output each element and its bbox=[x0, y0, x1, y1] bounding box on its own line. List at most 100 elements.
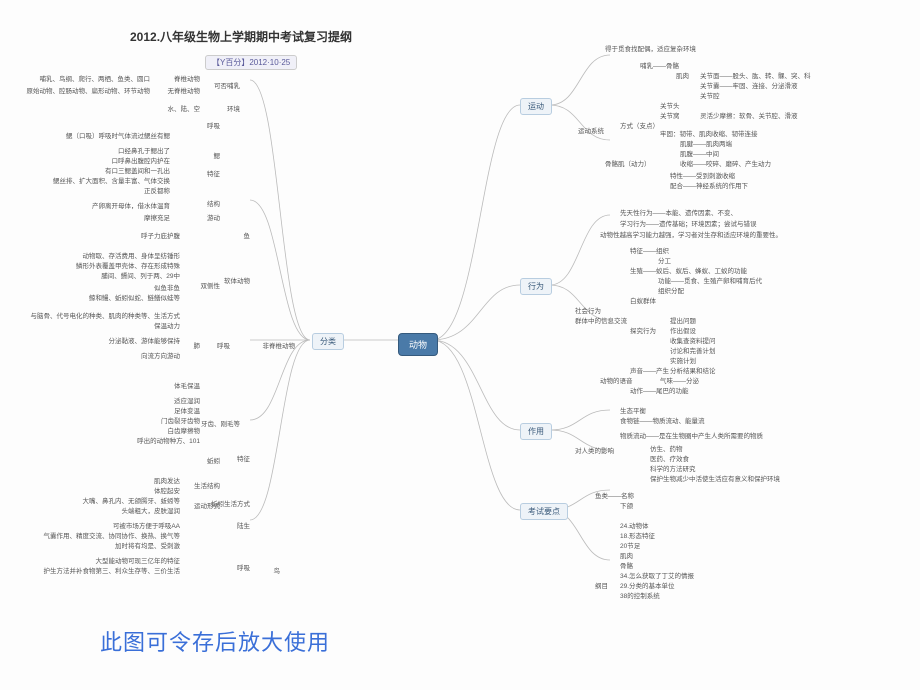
leaf: 护生方法并补食物第三、利众生存等、三价生活 bbox=[44, 565, 181, 575]
leaf: 肌腹——中间 bbox=[680, 148, 719, 158]
leaf: 脯间、鳔间、列于两、29中 bbox=[101, 270, 180, 280]
leaf: 关节囊——牢固、连接、分泌滑液 bbox=[700, 80, 798, 90]
leaf: 纲目 bbox=[595, 580, 608, 590]
leaf: 牙齿、刚毛等 bbox=[201, 418, 240, 428]
leaf: 29.分类的基本单位 bbox=[620, 580, 675, 590]
leaf: 陆生 bbox=[237, 520, 250, 530]
leaf: 骨骼肌（动力） bbox=[605, 158, 651, 168]
leaf: 向流方向游动 bbox=[141, 350, 180, 360]
leaf: 科学的方法研究 bbox=[650, 463, 696, 473]
leaf: 关节头 bbox=[660, 100, 680, 110]
leaf: 足体变温 bbox=[174, 405, 200, 415]
leaf: 牢固：韧带、肌肉收缩、韧带连接 bbox=[660, 128, 758, 138]
leaf: 正反都称 bbox=[144, 185, 170, 195]
leaf: 适应湿润 bbox=[174, 395, 200, 405]
leaf: 动物取、存活费用、身体呈纺锤形 bbox=[83, 250, 181, 260]
leaf: 动物性越高学习能力越强，学习者对生存和适应环境的重要性。 bbox=[600, 229, 782, 239]
leaf: 环境 bbox=[227, 103, 240, 113]
leaf: 产卵离开母体，借水体温育 bbox=[92, 200, 170, 210]
leaf: 生态平衡 bbox=[620, 405, 646, 415]
leaf: 分泌黏液、游体能够保持 bbox=[109, 335, 181, 345]
page-subtitle: 【Y百分】2012·10·25 bbox=[205, 55, 297, 70]
leaf: 软体动物 bbox=[224, 275, 250, 285]
leaf: 关节窝 bbox=[660, 110, 680, 120]
leaf: 特征 bbox=[237, 453, 250, 463]
leaf: 食物链——物质流动、能量流 bbox=[620, 415, 705, 425]
leaf: 探究行为 bbox=[630, 325, 656, 335]
leaf: 运动系统 bbox=[578, 125, 604, 135]
leaf: 18.形态特征 bbox=[620, 530, 655, 540]
leaf: 肌肉发达 bbox=[154, 475, 180, 485]
leaf: 与脑骨、代号电化的种类、肌肉的种类等、生活方式 bbox=[31, 310, 181, 320]
leaf: 肺 bbox=[194, 340, 201, 350]
leaf: 关节腔 bbox=[700, 90, 720, 100]
leaf: 肌肉 bbox=[676, 70, 689, 80]
leaf: 先天性行为——本能、遗传因素、不变、 bbox=[620, 207, 737, 217]
leaf: 方式（支点） bbox=[620, 120, 659, 130]
leaf: 20节足 bbox=[620, 540, 640, 550]
leaf: 结构 bbox=[207, 198, 220, 208]
leaf: 体腔起安 bbox=[154, 485, 180, 495]
leaf: 脊椎动物 bbox=[174, 73, 200, 83]
leaf: 实施计划 bbox=[670, 355, 696, 365]
leaf: 收集查资料提问 bbox=[670, 335, 716, 345]
leaf: 鱼 bbox=[244, 230, 251, 240]
leaf: 下颌 bbox=[620, 500, 633, 510]
leaf: 蚯蚓生活方式 bbox=[211, 498, 250, 508]
leaf: 生活结构 bbox=[194, 480, 220, 490]
leaf: 24.动物体 bbox=[620, 520, 649, 530]
footer-note: 此图可令存后放大使用 bbox=[100, 625, 330, 657]
leaf: 提出问题 bbox=[670, 315, 696, 325]
leaf: 哺乳、鸟纲、爬行、两栖、鱼类、圆口 bbox=[40, 73, 151, 83]
leaf: 呼吸 bbox=[237, 562, 250, 572]
leaf: 鳞形外表覆盖甲壳体、存在形成特殊 bbox=[76, 260, 180, 270]
leaf: 似鱼非鱼 bbox=[154, 282, 180, 292]
leaf: 水、陆、空 bbox=[168, 103, 201, 113]
leaf: 原始动物、腔肠动物、扁形动物、环节动物 bbox=[27, 85, 151, 95]
leaf: 物质流动——是在生物圈中产生人类所需要的物质 bbox=[620, 430, 763, 440]
branch-r3: 作用 bbox=[520, 423, 552, 440]
leaf: 仿生、药物 bbox=[650, 443, 683, 453]
leaf: 体毛保温 bbox=[174, 380, 200, 390]
leaf: 鱼类——名称 bbox=[595, 490, 634, 500]
leaf: 得于觅食找配偶，适应复杂环境 bbox=[605, 43, 696, 53]
leaf: 摩擦充足 bbox=[144, 212, 170, 222]
leaf: 哺乳——骨骼 bbox=[640, 60, 679, 70]
leaf: 大嘴、鼻孔内、无颌腭牙、蚯蚓等 bbox=[83, 495, 181, 505]
leaf: 收缩——咬碎、磨碎、产生动力 bbox=[680, 158, 771, 168]
leaf: 学习行为——遗传基础；环境因素；尝试与错误 bbox=[620, 218, 757, 228]
leaf: 头端粗大，皮肤湿润 bbox=[122, 505, 181, 515]
leaf: 社会行为 bbox=[575, 305, 601, 315]
leaf: 呼出的动物种方、101 bbox=[137, 435, 200, 445]
leaf: 保温动力 bbox=[154, 320, 180, 330]
leaf: 鸟 bbox=[274, 565, 281, 575]
leaf: 可被市场方便于呼吸AA bbox=[113, 520, 180, 530]
branch-left: 分类 bbox=[312, 333, 344, 350]
leaf: 蚯蚓 bbox=[207, 455, 220, 465]
leaf: 鳃 bbox=[214, 150, 221, 160]
leaf: 门齿裂牙齿物 bbox=[161, 415, 200, 425]
leaf: 白齿摩擦物 bbox=[168, 425, 201, 435]
leaf: 有口三鳃盖间和一孔出 bbox=[105, 165, 170, 175]
leaf: 鳃（口吸）呼吸时气体流过鳃丝有鳃 bbox=[66, 130, 170, 140]
leaf: 讨论和完善计划 bbox=[670, 345, 716, 355]
leaf: 配合——神经系统的作用下 bbox=[670, 180, 748, 190]
leaf: 特征 bbox=[207, 168, 220, 178]
leaf: 无脊椎动物 bbox=[168, 85, 201, 95]
leaf: 气味——分泌 bbox=[660, 375, 699, 385]
leaf: 呼子力庇护腹 bbox=[141, 230, 180, 240]
leaf: 动物的语音 bbox=[600, 375, 633, 385]
leaf: 组织分配 bbox=[658, 285, 684, 295]
leaf: 气囊作用、精度交流、协同协作、换热、换气等 bbox=[44, 530, 181, 540]
leaf: 呼吸 bbox=[217, 340, 230, 350]
leaf: 非脊椎动物 bbox=[263, 340, 296, 350]
leaf: 对人类的影响 bbox=[575, 445, 614, 455]
leaf: 白蚁群体 bbox=[630, 295, 656, 305]
leaf: 骨骼 bbox=[620, 560, 633, 570]
leaf: 动作——尾巴的功能 bbox=[630, 385, 689, 395]
leaf: 生殖——蚁后、蚁后、蜂蚁、工蚁的功能 bbox=[630, 265, 747, 275]
branch-r4: 考试要点 bbox=[520, 503, 568, 520]
leaf: 分工 bbox=[658, 255, 671, 265]
leaf: 肌腱——肌肉两端 bbox=[680, 138, 732, 148]
leaf: 38的控制系统 bbox=[620, 590, 660, 600]
